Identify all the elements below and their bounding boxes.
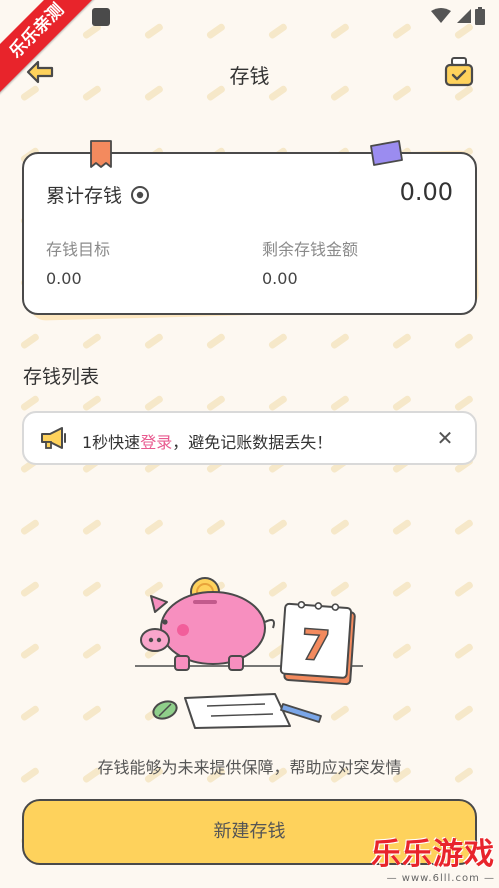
battery-icon	[475, 7, 485, 25]
total-saved-value: 0.00	[399, 178, 453, 206]
remaining-value: 0.00	[262, 269, 298, 288]
signal-icon	[457, 9, 471, 23]
wifi-icon	[431, 8, 451, 23]
goal-label: 存钱目标	[46, 240, 111, 259]
remaining-label: 剩余存钱金额	[262, 240, 359, 259]
calendar-number: 7	[299, 620, 332, 671]
empty-state-slogan: 存钱能够为未来提供保障，帮助应对突发情	[97, 758, 402, 777]
notification-icon	[92, 8, 110, 26]
brand-watermark: 乐乐游戏 — www.6lll.com —	[371, 829, 495, 884]
savings-summary-card: 累计存钱 0.00 存钱目标 剩余存钱金额 0.00 0.00	[22, 140, 480, 321]
close-icon[interactable]: ✕	[435, 427, 455, 449]
megaphone-icon	[41, 427, 66, 449]
top-nav: 存钱	[0, 50, 499, 96]
piggy-bank-illustration: 7	[135, 577, 363, 729]
login-notice-banner: 1秒快速登录，避免记账数据丢失！ ✕	[22, 411, 477, 465]
savings-list-title: 存钱列表	[23, 366, 100, 388]
watermark-site: — www.6lll.com —	[386, 873, 495, 884]
ticket-tag-decoration	[370, 140, 403, 166]
page-title: 存钱	[229, 64, 270, 88]
goal-value: 0.00	[46, 269, 82, 288]
ribbon-tag-decoration	[90, 140, 112, 168]
notice-prefix: 1秒快速	[82, 433, 141, 452]
notice-suffix: ，避免记账数据丢失！	[172, 433, 333, 452]
calendar-check-icon[interactable]	[443, 56, 475, 88]
login-link[interactable]: 登录	[140, 433, 172, 452]
summary-title: 累计存钱	[46, 185, 123, 207]
watermark-brand: 乐乐游戏	[371, 837, 495, 872]
eye-icon[interactable]	[130, 185, 150, 205]
